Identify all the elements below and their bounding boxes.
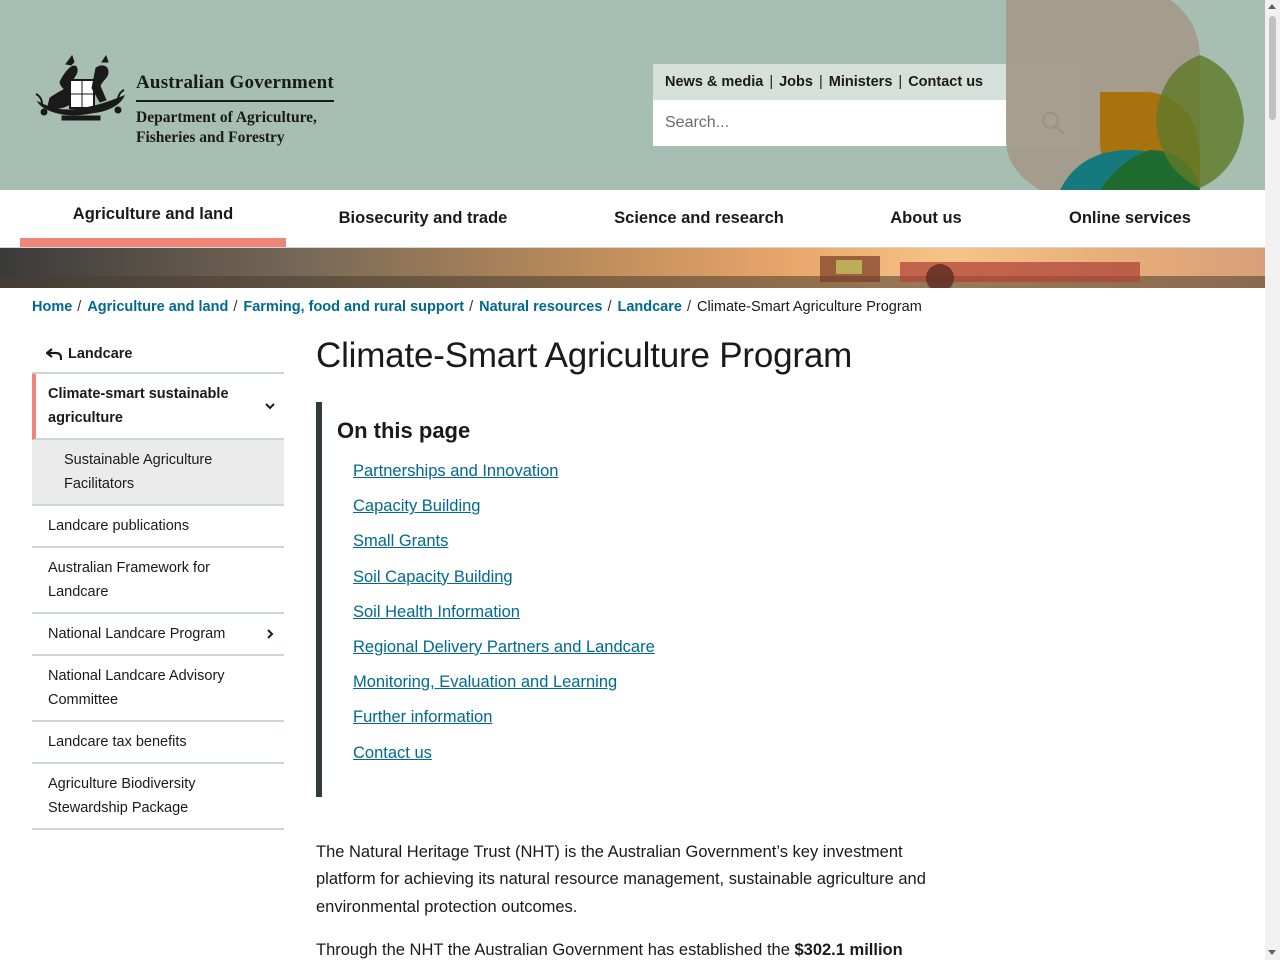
- list-item: Soil Capacity Building: [353, 568, 956, 603]
- list-item: Small Grants: [353, 532, 956, 567]
- nav-item-about-us[interactable]: About us: [846, 190, 1006, 247]
- nav-item-online-services[interactable]: Online services: [1010, 190, 1250, 247]
- chevron-down-icon[interactable]: [264, 400, 276, 412]
- breadcrumb-separator: /: [686, 299, 691, 315]
- list-item: Contact us: [353, 744, 956, 779]
- sidebar-item-label: Sustainable Agriculture Facilitators: [64, 452, 213, 492]
- otp-link-capacity-building[interactable]: Capacity Building: [353, 497, 481, 515]
- utility-separator: |: [818, 74, 823, 90]
- breadcrumb-separator: /: [233, 299, 238, 315]
- sidebar-item-label: National Landcare Advisory Committee: [48, 668, 225, 708]
- sidebar-item-biodiversity-stewardship[interactable]: Agriculture Biodiversity Stewardship Pac…: [32, 764, 284, 830]
- main-navigation: Agriculture and land Biosecurity and tra…: [0, 190, 1265, 248]
- site-header: Australian Government Department of Agri…: [0, 0, 1265, 190]
- otp-link-soil-health[interactable]: Soil Health Information: [353, 603, 520, 621]
- otp-link-small-grants[interactable]: Small Grants: [353, 532, 448, 550]
- otp-link-further-info[interactable]: Further information: [353, 708, 492, 726]
- site-logo[interactable]: Australian Government Department of Agri…: [32, 54, 342, 146]
- sidebar-item-label: Climate-smart sustainable agriculture: [48, 386, 229, 426]
- department-name: Department of Agriculture, Fisheries and…: [136, 108, 334, 148]
- breadcrumb-link-farming-food-rural[interactable]: Farming, food and rural support: [243, 299, 464, 315]
- breadcrumb: Home / Agriculture and land / Farming, foo…: [32, 299, 922, 315]
- utility-separator: |: [898, 74, 903, 90]
- sidebar-item-label: National Landcare Program: [48, 626, 226, 642]
- funding-amount: $302.1 million: [794, 941, 903, 960]
- nav-item-agriculture-and-land[interactable]: Agriculture and land: [20, 190, 286, 247]
- breadcrumb-current: Climate-Smart Agriculture Program: [696, 299, 922, 315]
- intro-paragraph: The Natural Heritage Trust (NHT) is the …: [316, 842, 926, 916]
- on-this-page-heading: On this page: [337, 418, 471, 443]
- hero-banner-image: [0, 248, 1265, 288]
- breadcrumb-separator: /: [469, 299, 474, 315]
- decorative-leaves-graphic: [1006, 0, 1244, 190]
- otp-link-monitoring[interactable]: Monitoring, Evaluation and Learning: [353, 673, 617, 691]
- on-this-page-box: On this page Partnerships and Innovation…: [316, 402, 956, 797]
- second-paragraph-text: Through the NHT the Australian Governmen…: [316, 941, 795, 960]
- on-this-page-list: Partnerships and Innovation Capacity Bui…: [337, 462, 956, 779]
- page-title: Climate-Smart Agriculture Program: [316, 336, 853, 375]
- list-item: Further information: [353, 708, 956, 743]
- breadcrumb-link-natural-resources[interactable]: Natural resources: [479, 299, 602, 315]
- otp-link-partnerships[interactable]: Partnerships and Innovation: [353, 462, 558, 480]
- utility-link-ministers[interactable]: Ministers: [829, 74, 893, 90]
- department-name-line2: Fisheries and Forestry: [136, 129, 285, 146]
- nav-item-biosecurity-and-trade[interactable]: Biosecurity and trade: [290, 190, 556, 247]
- scrollbar-thumb[interactable]: [1269, 16, 1276, 120]
- nav-item-science-and-research[interactable]: Science and research: [566, 190, 832, 247]
- sidebar-item-australian-framework[interactable]: Australian Framework for Landcare: [32, 548, 284, 614]
- back-arrow-icon: [46, 348, 62, 360]
- sidebar-item-label: Agriculture Biodiversity Stewardship Pac…: [48, 776, 196, 816]
- sidebar-item-landcare-publications[interactable]: Landcare publications: [32, 506, 284, 548]
- otp-link-contact-us[interactable]: Contact us: [353, 744, 432, 762]
- breadcrumb-link-landcare[interactable]: Landcare: [617, 299, 681, 315]
- utility-link-news-media[interactable]: News & media: [665, 74, 763, 90]
- scroll-up-arrow-icon[interactable]: [1268, 4, 1276, 9]
- second-paragraph: Through the NHT the Australian Governmen…: [316, 937, 956, 960]
- tractor-field-image: [0, 256, 1265, 288]
- breadcrumb-separator: /: [77, 299, 82, 315]
- utility-separator: |: [769, 74, 774, 90]
- utility-link-jobs[interactable]: Jobs: [779, 74, 813, 90]
- otp-link-regional-delivery[interactable]: Regional Delivery Partners and Landcare: [353, 638, 655, 656]
- sidebar-item-landcare-tax-benefits[interactable]: Landcare tax benefits: [32, 722, 284, 764]
- list-item: Regional Delivery Partners and Landcare: [353, 638, 956, 673]
- search-input[interactable]: [653, 114, 1013, 132]
- sidebar-item-label: Landcare tax benefits: [48, 734, 187, 750]
- sidebar-item-national-landcare-program[interactable]: National Landcare Program: [32, 614, 284, 656]
- page-scrollbar[interactable]: [1265, 0, 1280, 960]
- sidebar-item-climate-smart[interactable]: Climate-smart sustainable agriculture: [32, 374, 284, 440]
- sidebar-item-sustainable-agriculture-facilitators[interactable]: Sustainable Agriculture Facilitators: [32, 440, 284, 506]
- list-item: Monitoring, Evaluation and Learning: [353, 673, 956, 708]
- list-item: Capacity Building: [353, 497, 956, 532]
- utility-link-contact-us[interactable]: Contact us: [908, 74, 983, 90]
- sidebar-item-label: Australian Framework for Landcare: [48, 560, 210, 600]
- breadcrumb-separator: /: [607, 299, 612, 315]
- list-item: Partnerships and Innovation: [353, 462, 956, 497]
- government-name: Australian Government: [136, 54, 334, 102]
- sidebar-navigation: Landcare Climate-smart sustainable agric…: [32, 336, 284, 830]
- sidebar-back-link[interactable]: Landcare: [32, 336, 284, 374]
- main-content: Climate-Smart Agriculture Program On thi…: [316, 336, 956, 960]
- chevron-right-icon[interactable]: [264, 628, 276, 640]
- list-item: Soil Health Information: [353, 603, 956, 638]
- coat-of-arms-icon: [35, 54, 126, 121]
- breadcrumb-link-agriculture-and-land[interactable]: Agriculture and land: [87, 299, 228, 315]
- otp-link-soil-capacity[interactable]: Soil Capacity Building: [353, 568, 513, 586]
- sidebar-back-label: Landcare: [68, 346, 133, 362]
- sidebar-item-label: Landcare publications: [48, 518, 190, 534]
- scroll-down-arrow-icon[interactable]: [1268, 950, 1276, 955]
- sidebar-item-advisory-committee[interactable]: National Landcare Advisory Committee: [32, 656, 284, 722]
- breadcrumb-link-home[interactable]: Home: [32, 299, 72, 315]
- department-name-line1: Department of Agriculture,: [136, 109, 317, 126]
